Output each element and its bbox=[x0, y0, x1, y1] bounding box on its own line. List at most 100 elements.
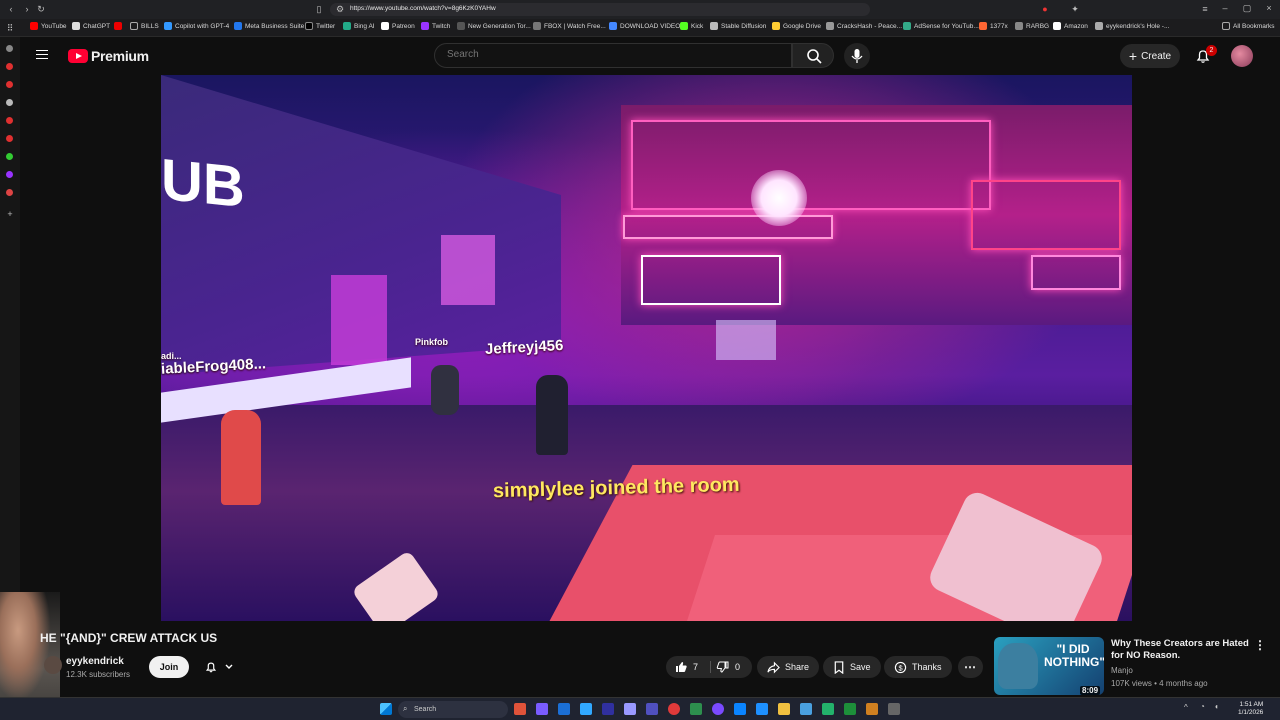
twitch-tab-icon[interactable] bbox=[6, 171, 13, 178]
tray-chevron-icon[interactable]: ^ bbox=[1184, 703, 1188, 712]
bookmark-item[interactable]: AdSense for YouTub... bbox=[903, 22, 979, 30]
minimize-icon[interactable]: – bbox=[1220, 3, 1230, 13]
obs-icon[interactable] bbox=[712, 703, 724, 715]
app-icon[interactable] bbox=[822, 703, 834, 715]
user-avatar[interactable] bbox=[1231, 45, 1253, 67]
sidebar-toggle-icon[interactable] bbox=[6, 45, 13, 52]
app-icon[interactable] bbox=[734, 703, 746, 715]
1377x-icon bbox=[979, 22, 987, 30]
bookmark-item[interactable] bbox=[114, 22, 122, 30]
bookmark-item[interactable]: Twitter bbox=[305, 22, 335, 30]
like-button[interactable]: 7 bbox=[674, 656, 698, 678]
bookmark-item[interactable]: Patreon bbox=[381, 22, 415, 30]
reload-icon[interactable]: ↻ bbox=[36, 4, 46, 14]
app-icon[interactable] bbox=[690, 703, 702, 715]
channel-avatar[interactable] bbox=[44, 656, 62, 674]
close-tab-icon[interactable] bbox=[6, 99, 13, 106]
site-info-icon[interactable]: ⚙ bbox=[335, 4, 345, 14]
windows-start-icon[interactable] bbox=[380, 703, 392, 715]
close-window-icon[interactable]: × bbox=[1264, 3, 1274, 13]
adsense-icon bbox=[903, 22, 911, 30]
premiere-icon[interactable] bbox=[624, 703, 636, 715]
taskbar-search[interactable]: ⌕ Search bbox=[398, 701, 508, 718]
youtube-premium-logo[interactable]: Premium bbox=[68, 48, 149, 64]
excel-icon[interactable] bbox=[844, 703, 856, 715]
new-tab-icon[interactable]: + bbox=[5, 209, 15, 219]
address-bar[interactable]: ⚙ https://www.youtube.com/watch?v=8g6KzK… bbox=[330, 3, 870, 16]
forward-icon[interactable]: › bbox=[22, 4, 32, 14]
bookmark-icon[interactable]: ▯ bbox=[314, 4, 324, 14]
bookmark-item[interactable]: CracksHash - Peace... bbox=[826, 22, 902, 30]
app-icon[interactable] bbox=[888, 703, 900, 715]
join-button[interactable]: Join bbox=[149, 656, 189, 678]
back-icon[interactable]: ‹ bbox=[6, 4, 16, 14]
browser-menu-icon[interactable]: ≡ bbox=[1200, 4, 1210, 14]
bookmark-item[interactable]: Meta Business Suite bbox=[234, 22, 304, 30]
dislike-button[interactable]: 0 bbox=[716, 656, 740, 678]
bookmark-item[interactable]: eyykendrick's Hole -... bbox=[1095, 22, 1169, 30]
tab-icon[interactable] bbox=[6, 189, 13, 196]
bookmark-item[interactable]: YouTube bbox=[30, 22, 67, 30]
save-button[interactable]: Save bbox=[823, 656, 881, 678]
all-bookmarks[interactable]: All Bookmarks bbox=[1222, 22, 1275, 30]
youtube-header: Premium + Create 2 bbox=[20, 37, 1280, 75]
app-icon[interactable] bbox=[866, 703, 878, 715]
photoshop-icon[interactable] bbox=[580, 703, 592, 715]
youtube-tab-icon[interactable] bbox=[6, 117, 13, 124]
hamburger-menu-icon[interactable] bbox=[34, 47, 50, 63]
recommended-channel[interactable]: Manjo bbox=[1111, 666, 1133, 675]
search-input[interactable] bbox=[447, 49, 777, 60]
youtube-tab-icon[interactable] bbox=[6, 63, 13, 70]
recommended-title[interactable]: Why These Creators are Hated for NO Reas… bbox=[1111, 638, 1251, 662]
chatgpt-icon bbox=[72, 22, 80, 30]
youtube-tab-icon[interactable] bbox=[6, 81, 13, 88]
brave-browser-icon[interactable] bbox=[514, 703, 526, 715]
video-player[interactable]: UB Pinkfob Jeffreyj456 iableFrog408... a… bbox=[161, 75, 1132, 621]
bookmark-item[interactable]: DOWNLOAD VIDEO bbox=[609, 22, 680, 30]
volume-icon[interactable]: ◖ bbox=[1214, 702, 1219, 711]
bing-icon bbox=[343, 22, 351, 30]
app-icon[interactable] bbox=[602, 703, 614, 715]
bookmark-item[interactable]: Twitch bbox=[421, 22, 450, 30]
system-clock[interactable]: 1:51 AM 1/1/2026 bbox=[1238, 701, 1263, 717]
bookmark-item[interactable]: Bing AI bbox=[343, 22, 375, 30]
kick-tab-icon[interactable] bbox=[6, 153, 13, 160]
mail-icon[interactable] bbox=[756, 703, 768, 715]
bookmark-item[interactable]: New Generation Tor... bbox=[457, 22, 531, 30]
more-vertical-icon[interactable]: ⋮ bbox=[1254, 638, 1266, 652]
steam-icon[interactable] bbox=[558, 703, 570, 715]
wifi-icon[interactable]: ◔ bbox=[1200, 702, 1205, 711]
file-explorer-icon[interactable] bbox=[778, 703, 790, 715]
channel-name[interactable]: eyykendrick bbox=[66, 656, 124, 667]
bookmark-item[interactable]: Amazon bbox=[1053, 22, 1088, 30]
subscription-bell-button[interactable] bbox=[196, 656, 242, 678]
share-button[interactable]: Share bbox=[757, 656, 820, 678]
bookmark-item[interactable]: Copilot with GPT-4 bbox=[164, 22, 229, 30]
voice-search-button[interactable] bbox=[844, 43, 870, 69]
bookmark-item[interactable]: FBOX | Watch Free... bbox=[533, 22, 606, 30]
fbox-icon bbox=[533, 22, 541, 30]
maximize-icon[interactable]: ▢ bbox=[1242, 3, 1252, 13]
search-button[interactable] bbox=[792, 43, 834, 68]
bookmark-folder[interactable]: BILLS bbox=[130, 22, 159, 30]
apps-icon[interactable]: ⠿ bbox=[5, 23, 15, 33]
extensions-icon[interactable]: ✦ bbox=[1070, 4, 1080, 14]
youtube-tab-icon[interactable] bbox=[6, 135, 13, 142]
thanks-button[interactable]: $ Thanks bbox=[884, 656, 952, 678]
more-actions-button[interactable]: ⋯ bbox=[958, 656, 983, 678]
app-icon[interactable] bbox=[646, 703, 658, 715]
app-icon[interactable] bbox=[800, 703, 812, 715]
chrome-icon[interactable] bbox=[668, 703, 680, 715]
bookmark-item[interactable]: RARBG bbox=[1015, 22, 1049, 30]
extension-icon[interactable]: ● bbox=[1040, 4, 1050, 14]
bookmark-item[interactable]: 1377x bbox=[979, 22, 1008, 30]
search-box[interactable] bbox=[434, 43, 792, 68]
bookmark-item[interactable]: Google Drive bbox=[772, 22, 821, 30]
bookmark-item[interactable]: ChatGPT bbox=[72, 22, 110, 30]
save-bookmark-icon bbox=[834, 660, 844, 674]
kick-icon bbox=[680, 22, 688, 30]
bookmark-item[interactable]: Kick bbox=[680, 22, 703, 30]
bookmark-item[interactable]: Stable Diffusion bbox=[710, 22, 766, 30]
create-button[interactable]: + Create bbox=[1120, 44, 1180, 68]
app-icon[interactable] bbox=[536, 703, 548, 715]
